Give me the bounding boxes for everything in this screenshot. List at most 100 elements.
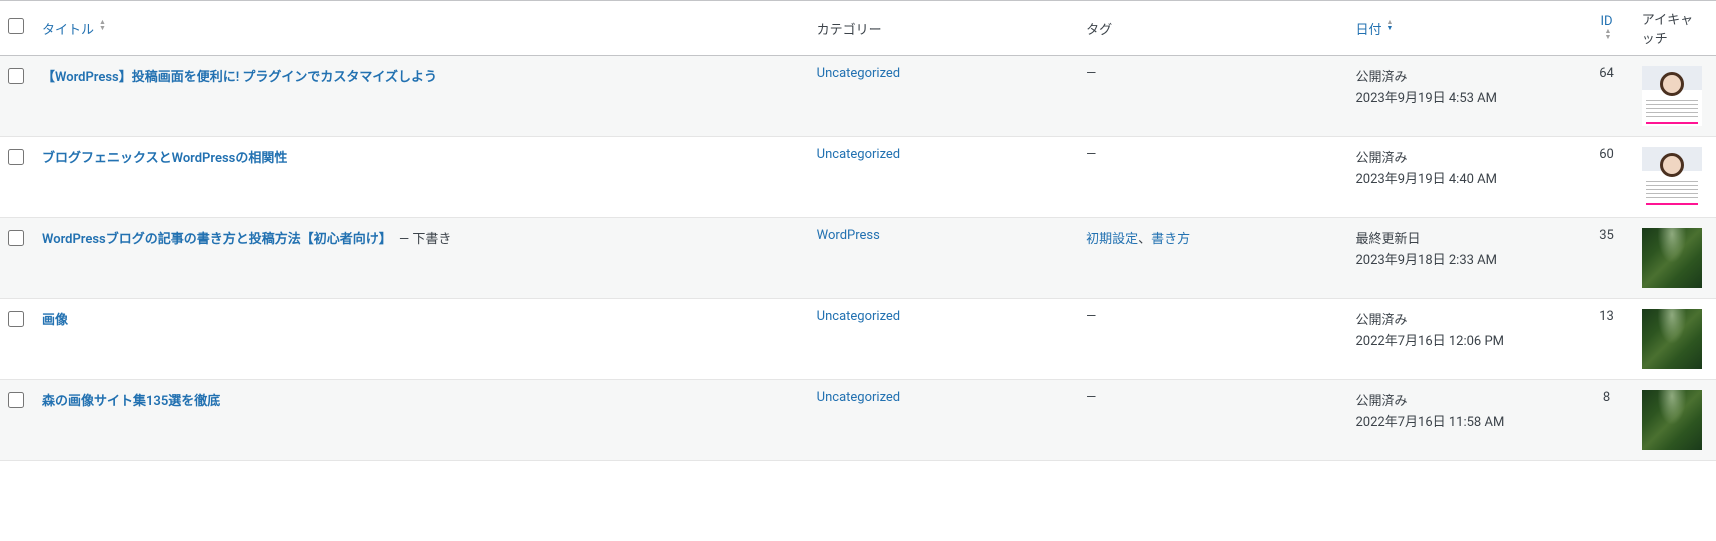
category-link[interactable]: Uncategorized bbox=[817, 390, 900, 405]
sort-indicator-active-icon: ▲▼ bbox=[1387, 22, 1394, 34]
row-categories-cell: Uncategorized bbox=[807, 56, 1076, 137]
row-title-cell: WordPressブログの記事の書き方と投稿方法【初心者向け】 — 下書き bbox=[32, 218, 807, 299]
category-link[interactable]: Uncategorized bbox=[817, 66, 900, 81]
row-title-cell: 森の画像サイト集135選を徹底 bbox=[32, 380, 807, 461]
row-id-cell: 8 bbox=[1581, 380, 1632, 461]
thumbnail-image[interactable] bbox=[1642, 228, 1702, 288]
row-title-cell: ブログフェニックスとWordPressの相関性 bbox=[32, 137, 807, 218]
row-id-cell: 35 bbox=[1581, 218, 1632, 299]
row-tags-cell: 初期設定、書き方 bbox=[1076, 218, 1345, 299]
post-title-link[interactable]: ブログフェニックスとWordPressの相関性 bbox=[42, 151, 287, 166]
thumbnail-image[interactable] bbox=[1642, 66, 1702, 126]
select-all-checkbox[interactable] bbox=[8, 18, 24, 34]
date-status: 公開済み bbox=[1356, 390, 1572, 409]
row-checkbox-cell bbox=[0, 56, 32, 137]
row-title-cell: 画像 bbox=[32, 299, 807, 380]
table-row: 森の画像サイト集135選を徹底 Uncategorized — 公開済み 2022年7月… bbox=[0, 380, 1716, 461]
header-categories: カテゴリー bbox=[807, 1, 1076, 56]
post-id: 13 bbox=[1599, 309, 1614, 324]
date-time: 2023年9月19日 4:53 AM bbox=[1356, 87, 1572, 106]
post-title-link[interactable]: 画像 bbox=[42, 313, 68, 328]
thumbnail-image[interactable] bbox=[1642, 390, 1702, 450]
row-thumbnail-cell bbox=[1632, 218, 1716, 299]
row-checkbox-cell bbox=[0, 299, 32, 380]
post-id: 64 bbox=[1599, 66, 1614, 81]
row-thumbnail-cell bbox=[1632, 299, 1716, 380]
row-id-cell: 64 bbox=[1581, 56, 1632, 137]
post-state-draft: — 下書き bbox=[399, 232, 451, 247]
row-checkbox[interactable] bbox=[8, 311, 24, 327]
row-tags-cell: — bbox=[1076, 56, 1345, 137]
header-thumbnail: アイキャッチ bbox=[1632, 1, 1716, 56]
table-row: ブログフェニックスとWordPressの相関性 Uncategorized — 公開済… bbox=[0, 137, 1716, 218]
header-title-label: タイトル bbox=[42, 19, 94, 38]
sort-indicator-icon: ▲▼ bbox=[99, 22, 106, 34]
row-checkbox[interactable] bbox=[8, 230, 24, 246]
row-date-cell: 公開済み 2022年7月16日 11:58 AM bbox=[1346, 380, 1582, 461]
date-time: 2022年7月16日 12:06 PM bbox=[1356, 330, 1572, 349]
row-checkbox[interactable] bbox=[8, 149, 24, 165]
row-id-cell: 13 bbox=[1581, 299, 1632, 380]
post-id: 8 bbox=[1603, 390, 1610, 405]
table-row: 【WordPress】投稿画面を便利に! プラグインでカスタマイズしよう Unca… bbox=[0, 56, 1716, 137]
row-thumbnail-cell bbox=[1632, 137, 1716, 218]
thumbnail-image[interactable] bbox=[1642, 309, 1702, 369]
tag-link[interactable]: 書き方 bbox=[1151, 232, 1190, 247]
sort-by-id-link[interactable]: ID ▲▼ bbox=[1600, 14, 1612, 43]
tag-link[interactable]: 初期設定 bbox=[1086, 232, 1138, 247]
header-tags: タグ bbox=[1076, 1, 1345, 56]
row-tags-cell: — bbox=[1076, 380, 1345, 461]
post-id: 35 bbox=[1599, 228, 1614, 243]
sort-by-date-link[interactable]: 日付 ▲▼ bbox=[1356, 19, 1394, 38]
date-time: 2023年9月19日 4:40 AM bbox=[1356, 168, 1572, 187]
no-tags-dash: — bbox=[1086, 147, 1096, 162]
row-id-cell: 60 bbox=[1581, 137, 1632, 218]
row-checkbox-cell bbox=[0, 218, 32, 299]
header-date[interactable]: 日付 ▲▼ bbox=[1346, 1, 1582, 56]
row-tags-cell: — bbox=[1076, 299, 1345, 380]
row-checkbox[interactable] bbox=[8, 392, 24, 408]
post-title-link[interactable]: 森の画像サイト集135選を徹底 bbox=[42, 394, 220, 409]
row-categories-cell: Uncategorized bbox=[807, 299, 1076, 380]
header-thumbnail-label: アイキャッチ bbox=[1642, 13, 1693, 47]
post-title-link[interactable]: WordPressブログの記事の書き方と投稿方法【初心者向け】 bbox=[42, 232, 392, 247]
date-time: 2023年9月18日 2:33 AM bbox=[1356, 249, 1572, 268]
row-categories-cell: WordPress bbox=[807, 218, 1076, 299]
date-status: 公開済み bbox=[1356, 66, 1572, 85]
table-header-row: タイトル ▲▼ カテゴリー タグ 日付 ▲▼ bbox=[0, 1, 1716, 56]
row-thumbnail-cell bbox=[1632, 380, 1716, 461]
row-date-cell: 公開済み 2023年9月19日 4:53 AM bbox=[1346, 56, 1582, 137]
row-date-cell: 最終更新日2023年9月18日 2:33 AM bbox=[1346, 218, 1582, 299]
post-id: 60 bbox=[1599, 147, 1614, 162]
post-title-link[interactable]: 【WordPress】投稿画面を便利に! プラグインでカスタマイズしよう bbox=[42, 70, 437, 85]
row-thumbnail-cell bbox=[1632, 56, 1716, 137]
row-checkbox[interactable] bbox=[8, 68, 24, 84]
row-date-cell: 公開済み 2023年9月19日 4:40 AM bbox=[1346, 137, 1582, 218]
category-link[interactable]: Uncategorized bbox=[817, 309, 900, 324]
table-row: WordPressブログの記事の書き方と投稿方法【初心者向け】 — 下書きWor… bbox=[0, 218, 1716, 299]
header-categories-label: カテゴリー bbox=[817, 23, 882, 38]
row-checkbox-cell bbox=[0, 137, 32, 218]
category-link[interactable]: Uncategorized bbox=[817, 147, 900, 162]
header-id[interactable]: ID ▲▼ bbox=[1581, 1, 1632, 56]
date-time: 2022年7月16日 11:58 AM bbox=[1356, 411, 1572, 430]
row-date-cell: 公開済み 2022年7月16日 12:06 PM bbox=[1346, 299, 1582, 380]
header-checkbox-cell bbox=[0, 1, 32, 56]
row-checkbox-cell bbox=[0, 380, 32, 461]
row-categories-cell: Uncategorized bbox=[807, 380, 1076, 461]
date-status: 公開済み bbox=[1356, 309, 1572, 328]
row-title-cell: 【WordPress】投稿画面を便利に! プラグインでカスタマイズしよう bbox=[32, 56, 807, 137]
sort-indicator-icon: ▲▼ bbox=[1605, 31, 1612, 43]
date-status: 公開済み bbox=[1356, 147, 1572, 166]
header-title[interactable]: タイトル ▲▼ bbox=[32, 1, 807, 56]
no-tags-dash: — bbox=[1086, 66, 1096, 81]
row-tags-cell: — bbox=[1076, 137, 1345, 218]
thumbnail-image[interactable] bbox=[1642, 147, 1702, 207]
sort-by-title-link[interactable]: タイトル ▲▼ bbox=[42, 19, 106, 38]
no-tags-dash: — bbox=[1086, 390, 1096, 405]
category-link[interactable]: WordPress bbox=[817, 228, 880, 243]
posts-table: タイトル ▲▼ カテゴリー タグ 日付 ▲▼ bbox=[0, 0, 1716, 461]
header-date-label: 日付 bbox=[1356, 19, 1382, 38]
no-tags-dash: — bbox=[1086, 309, 1096, 324]
row-categories-cell: Uncategorized bbox=[807, 137, 1076, 218]
